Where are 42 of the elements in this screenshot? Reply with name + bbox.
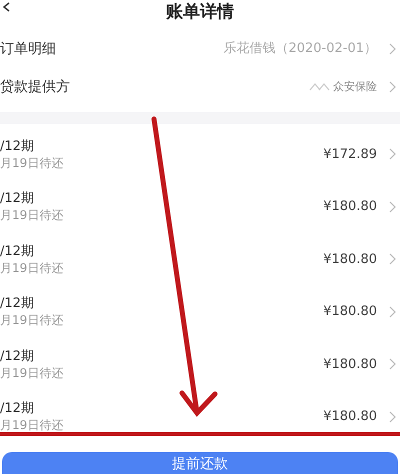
installment-row[interactable]: /12期 月19日待还 ¥180.80 <box>0 338 400 390</box>
due-date-text: 月19日待还 <box>0 364 64 381</box>
due-date-text: 月19日待还 <box>0 207 64 224</box>
installment-amount: ¥172.89 <box>323 146 377 164</box>
due-date-text: 月19日待还 <box>0 417 64 434</box>
installment-period: /12期 <box>0 348 35 365</box>
info-value: 乐花借钱（2020-02-01） <box>223 40 377 58</box>
chevron-right-icon <box>389 306 396 318</box>
installment-period: /12期 <box>0 295 35 312</box>
installment-amount: ¥180.80 <box>323 303 377 321</box>
info-label: 订单明细 <box>0 40 56 58</box>
page-title: 账单详情 <box>166 2 234 22</box>
chevron-right-icon <box>389 81 396 93</box>
installment-period: /12期 <box>0 190 35 208</box>
installment-row[interactable]: /12期 月19日待还 ¥172.89 <box>0 128 400 180</box>
due-date-text: 月19日待还 <box>0 312 64 328</box>
repay-early-button[interactable]: 提前还款 <box>2 452 398 474</box>
installment-amount: ¥180.80 <box>323 356 377 374</box>
chevron-right-icon <box>389 253 396 266</box>
insurer-logo-icon <box>309 82 331 92</box>
info-value: 众安保险 <box>333 78 377 95</box>
installment-period: /12期 <box>0 400 35 418</box>
installment-period: /12期 <box>0 242 35 260</box>
installment-amount: ¥180.80 <box>323 250 377 268</box>
info-row[interactable]: 贷款提供方 众安保险 <box>0 68 400 106</box>
chevron-right-icon <box>389 43 396 55</box>
info-label: 贷款提供方 <box>0 78 70 96</box>
installment-amount: ¥180.80 <box>323 408 377 426</box>
due-date-text: 月19日待还 <box>0 154 64 171</box>
chevron-right-icon <box>389 148 396 160</box>
back-icon[interactable] <box>2 2 10 12</box>
info-row[interactable]: 订单明细 乐花借钱（2020-02-01） <box>0 30 400 68</box>
due-date-text: 月19日待还 <box>0 260 64 276</box>
chevron-right-icon <box>389 410 396 423</box>
chevron-right-icon <box>389 200 396 213</box>
chevron-right-icon <box>389 358 396 370</box>
installment-row[interactable]: /12期 月19日待还 ¥180.80 <box>0 233 400 286</box>
installment-row[interactable]: /12期 月19日待还 ¥180.80 <box>0 390 400 443</box>
installment-amount: ¥180.80 <box>323 198 377 216</box>
installment-period: /12期 <box>0 138 35 155</box>
installment-row[interactable]: /12期 月19日待还 ¥180.80 <box>0 286 400 338</box>
installment-row[interactable]: /12期 月19日待还 ¥180.80 <box>0 180 400 233</box>
